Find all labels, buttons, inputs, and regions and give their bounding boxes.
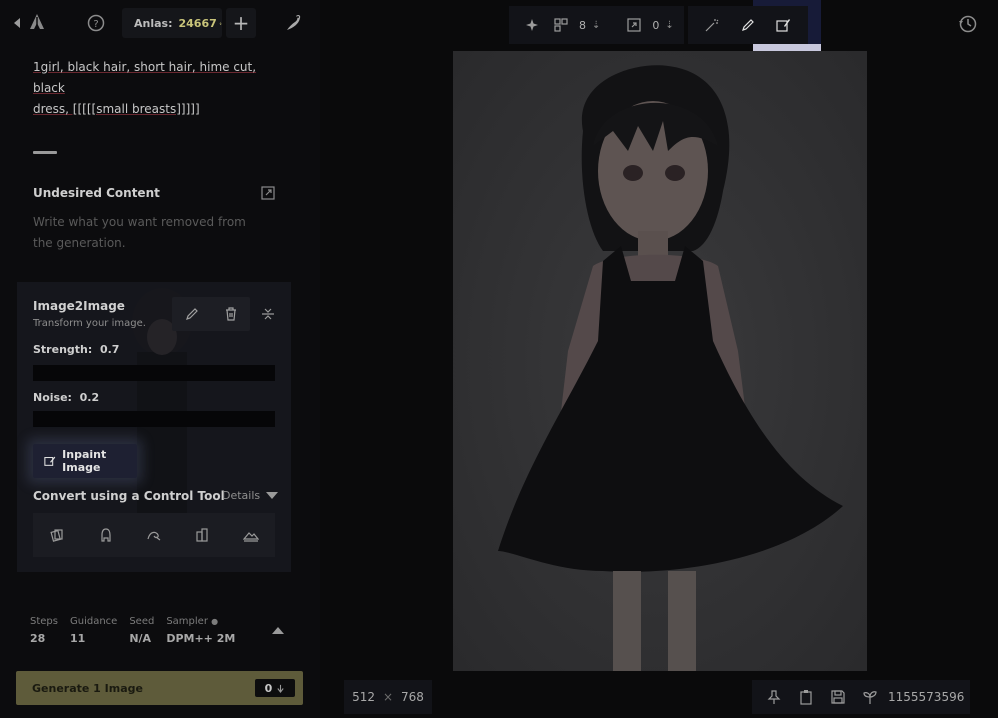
generated-image[interactable]	[453, 51, 867, 671]
edit-pencil-icon[interactable]	[740, 17, 756, 33]
generated-image-illustration	[453, 51, 867, 671]
anlas-label: Anlas:	[134, 16, 173, 30]
anlas-icon	[277, 684, 284, 693]
anlas-icon	[219, 21, 222, 25]
seed-param: Seed N/A	[129, 616, 155, 645]
generation-params[interactable]: Steps 28 Guidance 11 Seed N/A Sampler ● …	[30, 616, 247, 645]
svg-text:?: ?	[93, 19, 98, 30]
undesired-content-input[interactable]: Write what you want removed from the gen…	[33, 212, 263, 254]
upscale-count: 0	[652, 18, 660, 32]
strength-value: 0.7	[99, 343, 120, 356]
clipboard-icon[interactable]	[798, 689, 814, 705]
details-label: Details	[222, 489, 261, 502]
image-actions-bar: 1155573596	[752, 680, 970, 714]
prompt-collapse-handle[interactable]	[33, 151, 57, 154]
image-size[interactable]: 512 × 768	[344, 680, 432, 714]
anlas-icon: ⇣	[665, 19, 674, 31]
toolbar-group-2	[687, 6, 808, 44]
landscaper-icon[interactable]	[241, 525, 261, 545]
building-control-icon[interactable]	[192, 525, 212, 545]
save-icon[interactable]	[830, 689, 846, 705]
times-symbol: ×	[382, 690, 394, 704]
inpaint-icon[interactable]	[776, 17, 792, 33]
collapse-sidebar-icon[interactable]	[12, 16, 22, 30]
sampler-value: DPM++ 2M	[166, 632, 236, 645]
noise-value: 0.2	[79, 391, 100, 404]
variations-icon[interactable]	[553, 17, 569, 33]
steps-value: 28	[30, 632, 46, 645]
guidance-param: Guidance 11	[69, 616, 118, 645]
chevron-down-icon	[266, 492, 279, 499]
novelai-logo-icon[interactable]	[28, 13, 46, 31]
generate-label: Generate 1 Image	[32, 681, 143, 695]
palette-swap-icon[interactable]	[47, 525, 67, 545]
steps-param: Steps 28	[30, 616, 58, 645]
control-tool-title: Convert using a Control Tool	[33, 489, 225, 503]
generate-button[interactable]: Generate 1 Image 0	[16, 671, 303, 705]
generate-cost: 0	[255, 679, 295, 697]
anlas-icon: ⇣	[592, 19, 601, 31]
upscale-icon[interactable]	[626, 17, 642, 33]
magic-wand-icon[interactable]	[704, 17, 720, 33]
sampler-param: Sampler ● DPM++ 2M	[166, 616, 236, 645]
edit-pencil-icon[interactable]	[184, 306, 200, 322]
noise-slider[interactable]	[33, 411, 275, 427]
variations-count: 8	[579, 18, 586, 32]
sparkle-icon[interactable]	[525, 17, 541, 33]
control-tools-row	[33, 513, 275, 557]
undesired-content-title: Undesired Content	[33, 186, 160, 200]
image2image-title: Image2Image	[33, 299, 125, 313]
prompt-textarea[interactable]: 1girl, black hair, short hair, hime cut,…	[33, 57, 283, 120]
seed-icon[interactable]	[862, 689, 878, 705]
history-icon[interactable]	[958, 14, 978, 34]
prompt-line-2: dress, [[[[[small breasts]]]]]	[33, 102, 200, 116]
inpaint-label: Inpaint Image	[62, 448, 107, 474]
image2image-panel: Image2Image Transform your image. Streng…	[17, 282, 291, 572]
noise-label: Noise: 0.2	[33, 391, 100, 404]
form-lock-icon[interactable]	[96, 525, 116, 545]
prompt-line-1: 1girl, black hair, short hair, hime cut,…	[33, 60, 257, 95]
collapse-panel-icon[interactable]	[260, 306, 276, 322]
inpaint-image-button[interactable]: Inpaint Image	[33, 444, 137, 478]
image2image-toolbar	[172, 297, 250, 331]
buy-anlas-button[interactable]: +	[226, 8, 256, 38]
seed-value: N/A	[129, 632, 152, 645]
image-height: 768	[401, 690, 424, 704]
image2image-subtitle: Transform your image.	[33, 318, 146, 329]
chevron-up-icon[interactable]	[272, 627, 284, 634]
undesired-expand-icon[interactable]	[260, 185, 276, 201]
help-icon[interactable]: ?	[87, 14, 105, 32]
anlas-balance[interactable]: Anlas: 24667	[122, 8, 222, 38]
pin-icon[interactable]	[766, 689, 782, 705]
scribbler-icon[interactable]	[144, 525, 164, 545]
strength-label: Strength: 0.7	[33, 343, 120, 356]
guidance-value: 11	[69, 632, 86, 645]
trash-icon[interactable]	[223, 306, 239, 322]
strength-slider[interactable]	[33, 365, 275, 381]
theme-bird-icon[interactable]	[283, 12, 305, 34]
image-width: 512	[352, 690, 375, 704]
details-toggle[interactable]: Details	[222, 489, 279, 502]
seed-display[interactable]: 1155573596	[888, 690, 964, 704]
image-toolbar: 8 ⇣ 0 ⇣	[509, 6, 812, 44]
inpaint-icon	[44, 456, 56, 466]
anlas-value: 24667	[178, 16, 217, 30]
toolbar-group-1: 8 ⇣ 0 ⇣	[509, 6, 684, 44]
